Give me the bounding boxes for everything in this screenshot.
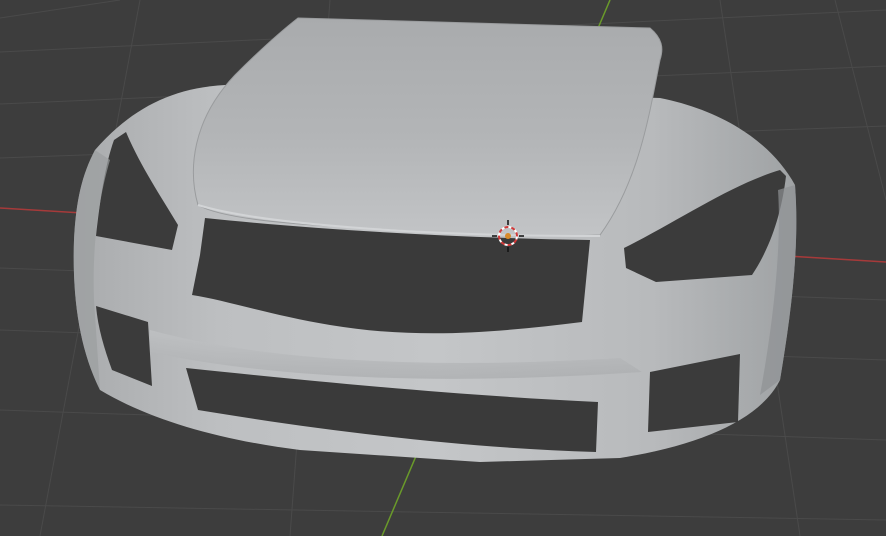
car-hood[interactable] [192,17,663,237]
viewport-canvas[interactable] [0,0,886,536]
3d-viewport[interactable] [0,0,886,536]
car-front-mesh[interactable] [73,17,797,462]
